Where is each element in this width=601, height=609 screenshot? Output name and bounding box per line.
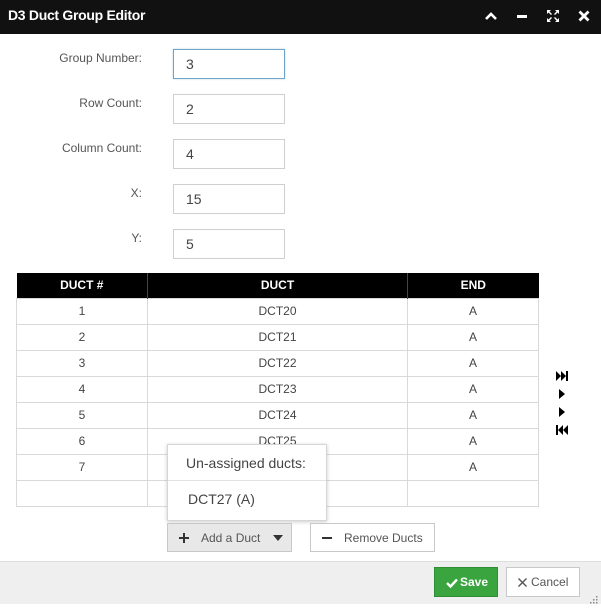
remove-ducts-label: Remove Ducts (344, 531, 423, 545)
plus-icon (178, 532, 190, 544)
column-count-label: Column Count: (61, 141, 142, 155)
resize-grip-icon[interactable] (588, 591, 598, 604)
end-cell: A (407, 349, 539, 377)
close-icon (517, 577, 528, 588)
divider (168, 480, 326, 481)
add-duct-button[interactable]: Add a Duct (167, 523, 292, 552)
column-header-end[interactable]: END (407, 273, 539, 298)
y-field[interactable] (173, 229, 285, 259)
table-header-row: DUCT # DUCT END (16, 273, 539, 298)
y-label: Y: (131, 231, 142, 245)
x-field[interactable] (173, 184, 285, 214)
duct-cell: DCT20 (147, 297, 408, 325)
row-count-label: Row Count: (79, 96, 142, 110)
end-cell: A (407, 427, 539, 455)
maximize-icon[interactable] (545, 8, 561, 24)
unassigned-ducts-dropdown: Un-assigned ducts: DCT27 (A) (167, 444, 327, 521)
column-header-duct-number[interactable]: DUCT # (16, 273, 148, 298)
save-button[interactable]: Save (434, 567, 498, 597)
duct-number-cell: 3 (16, 349, 148, 377)
duct-number-cell: 4 (16, 375, 148, 403)
table-row[interactable]: 3 DCT22 A (16, 349, 539, 377)
duct-cell: DCT24 (147, 401, 408, 429)
end-cell: A (407, 401, 539, 429)
title-bar: D3 Duct Group Editor (0, 0, 601, 34)
table-row[interactable]: 2 DCT21 A (16, 323, 539, 351)
first-page-icon[interactable] (555, 423, 569, 437)
dropdown-header: Un-assigned ducts: (186, 455, 306, 471)
duct-cell: DCT21 (147, 323, 408, 351)
column-header-duct[interactable]: DUCT (147, 273, 408, 298)
row-count-field[interactable] (173, 94, 285, 124)
dropdown-item-dct27[interactable]: DCT27 (A) (188, 491, 255, 507)
end-cell (407, 479, 539, 507)
group-number-label: Group Number: (59, 51, 142, 65)
table-row[interactable]: 1 DCT20 A (16, 297, 539, 325)
duct-number-cell: 2 (16, 323, 148, 351)
minus-icon (321, 532, 333, 544)
duct-number-cell: 7 (16, 453, 148, 481)
x-label: X: (130, 186, 142, 200)
end-cell: A (407, 323, 539, 351)
save-label: Save (460, 575, 489, 589)
duct-number-cell (16, 479, 148, 507)
add-duct-label: Add a Duct (201, 531, 261, 545)
column-count-field[interactable] (173, 139, 285, 169)
caret-down-icon (272, 532, 284, 544)
next-icon[interactable] (555, 387, 569, 401)
remove-ducts-button[interactable]: Remove Ducts (310, 523, 435, 552)
duct-number-cell: 1 (16, 297, 148, 325)
duct-cell: DCT23 (147, 375, 408, 403)
table-row[interactable]: 5 DCT24 A (16, 401, 539, 429)
close-icon[interactable] (576, 8, 592, 24)
cancel-label: Cancel (531, 575, 569, 589)
duct-number-cell: 5 (16, 401, 148, 429)
end-cell: A (407, 375, 539, 403)
minimize-icon[interactable] (514, 8, 530, 24)
next-icon[interactable] (555, 405, 569, 419)
group-number-field[interactable] (173, 49, 285, 79)
end-cell: A (407, 297, 539, 325)
duct-cell: DCT22 (147, 349, 408, 377)
table-row[interactable]: 4 DCT23 A (16, 375, 539, 403)
chevron-up-icon[interactable] (483, 8, 499, 24)
cancel-button[interactable]: Cancel (506, 567, 580, 597)
checkmark-icon (446, 577, 458, 589)
window-title: D3 Duct Group Editor (8, 7, 146, 23)
end-cell: A (407, 453, 539, 481)
last-page-icon[interactable] (555, 369, 569, 383)
duct-number-cell: 6 (16, 427, 148, 455)
